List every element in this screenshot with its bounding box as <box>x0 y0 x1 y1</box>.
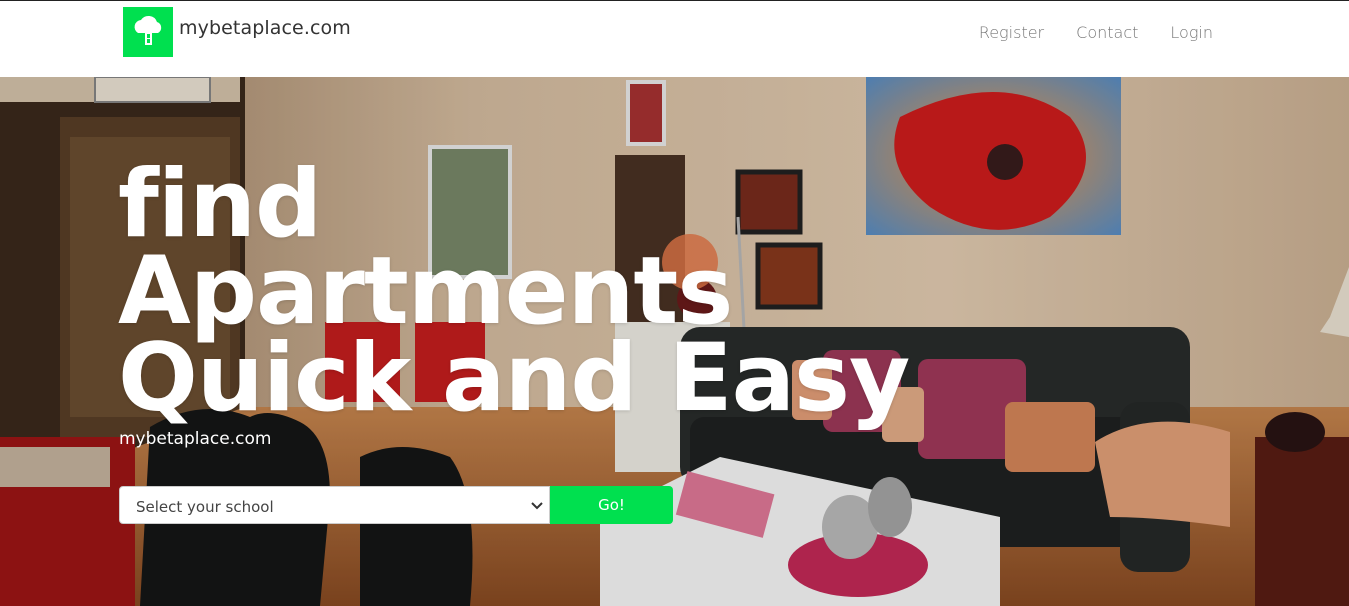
nav-contact-link[interactable]: Contact <box>1076 23 1138 42</box>
hero-section: find Apartments Quick and Easy mybetapla… <box>0 77 1349 606</box>
nav-login-link[interactable]: Login <box>1170 23 1213 42</box>
headline-line-2: Apartments <box>118 237 733 346</box>
brand[interactable]: mybetaplace.com <box>123 7 351 57</box>
school-select[interactable]: Select your school <box>119 486 550 524</box>
nav-register-link[interactable]: Register <box>979 23 1044 42</box>
cloud-house-icon <box>134 15 162 45</box>
headline-line-1: find <box>118 150 322 259</box>
navbar: mybetaplace.com Register Contact Login <box>0 0 1349 77</box>
brand-name[interactable]: mybetaplace.com <box>179 17 351 39</box>
chevron-down-icon <box>531 502 543 510</box>
hero-subtitle: mybetaplace.com <box>119 429 272 449</box>
school-select-value: Select your school <box>136 498 274 516</box>
school-search-form: Select your school Go! <box>119 486 673 524</box>
hero-headline: find Apartments Quick and Easy <box>118 150 910 433</box>
logo[interactable] <box>123 7 173 57</box>
headline-line-3: Quick and Easy <box>118 324 910 433</box>
nav-links: Register Contact Login <box>979 23 1213 42</box>
go-button[interactable]: Go! <box>550 486 673 524</box>
